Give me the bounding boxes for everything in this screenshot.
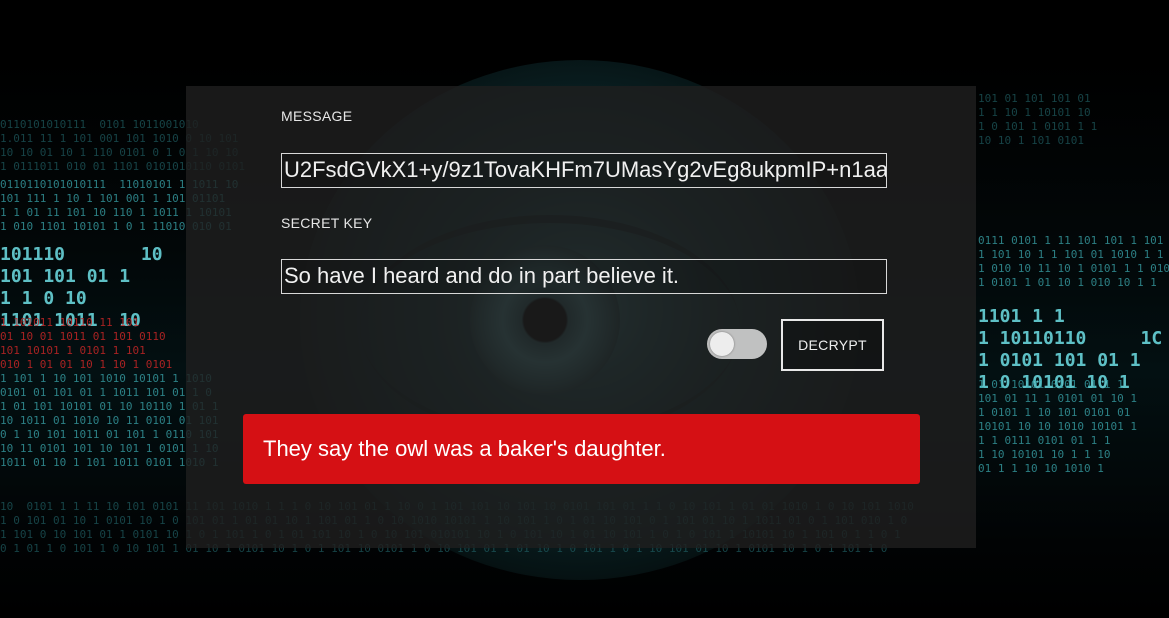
result-message: They say the owl was a baker's daughter. xyxy=(243,414,920,484)
binary-texture-right-low: 1 01 10101 0101 01 1 1 101 01 11 1 0101 … xyxy=(978,378,1137,475)
toggle-knob xyxy=(710,332,734,356)
binary-texture-left-red: 1 101011 10110 11 101 01 10 01 1011 01 1… xyxy=(0,316,173,371)
binary-texture-right-top: 101 01 101 101 01 1 1 10 1 10101 10 1 0 … xyxy=(978,92,1098,147)
binary-texture-right-mid: 0111 0101 1 11 101 101 1 101 1 101 10 1 … xyxy=(978,234,1169,289)
secret-key-label: SECRET KEY xyxy=(281,215,373,231)
decrypt-button[interactable]: DECRYPT xyxy=(781,319,884,371)
secret-key-input[interactable]: So have I heard and do in part believe i… xyxy=(281,259,887,294)
mode-toggle[interactable] xyxy=(707,329,767,359)
message-label: MESSAGE xyxy=(281,108,353,124)
message-input[interactable]: U2FsdGVkX1+y/9z1TovaKHFm7UMasYg2vEg8ukpm… xyxy=(281,153,887,188)
